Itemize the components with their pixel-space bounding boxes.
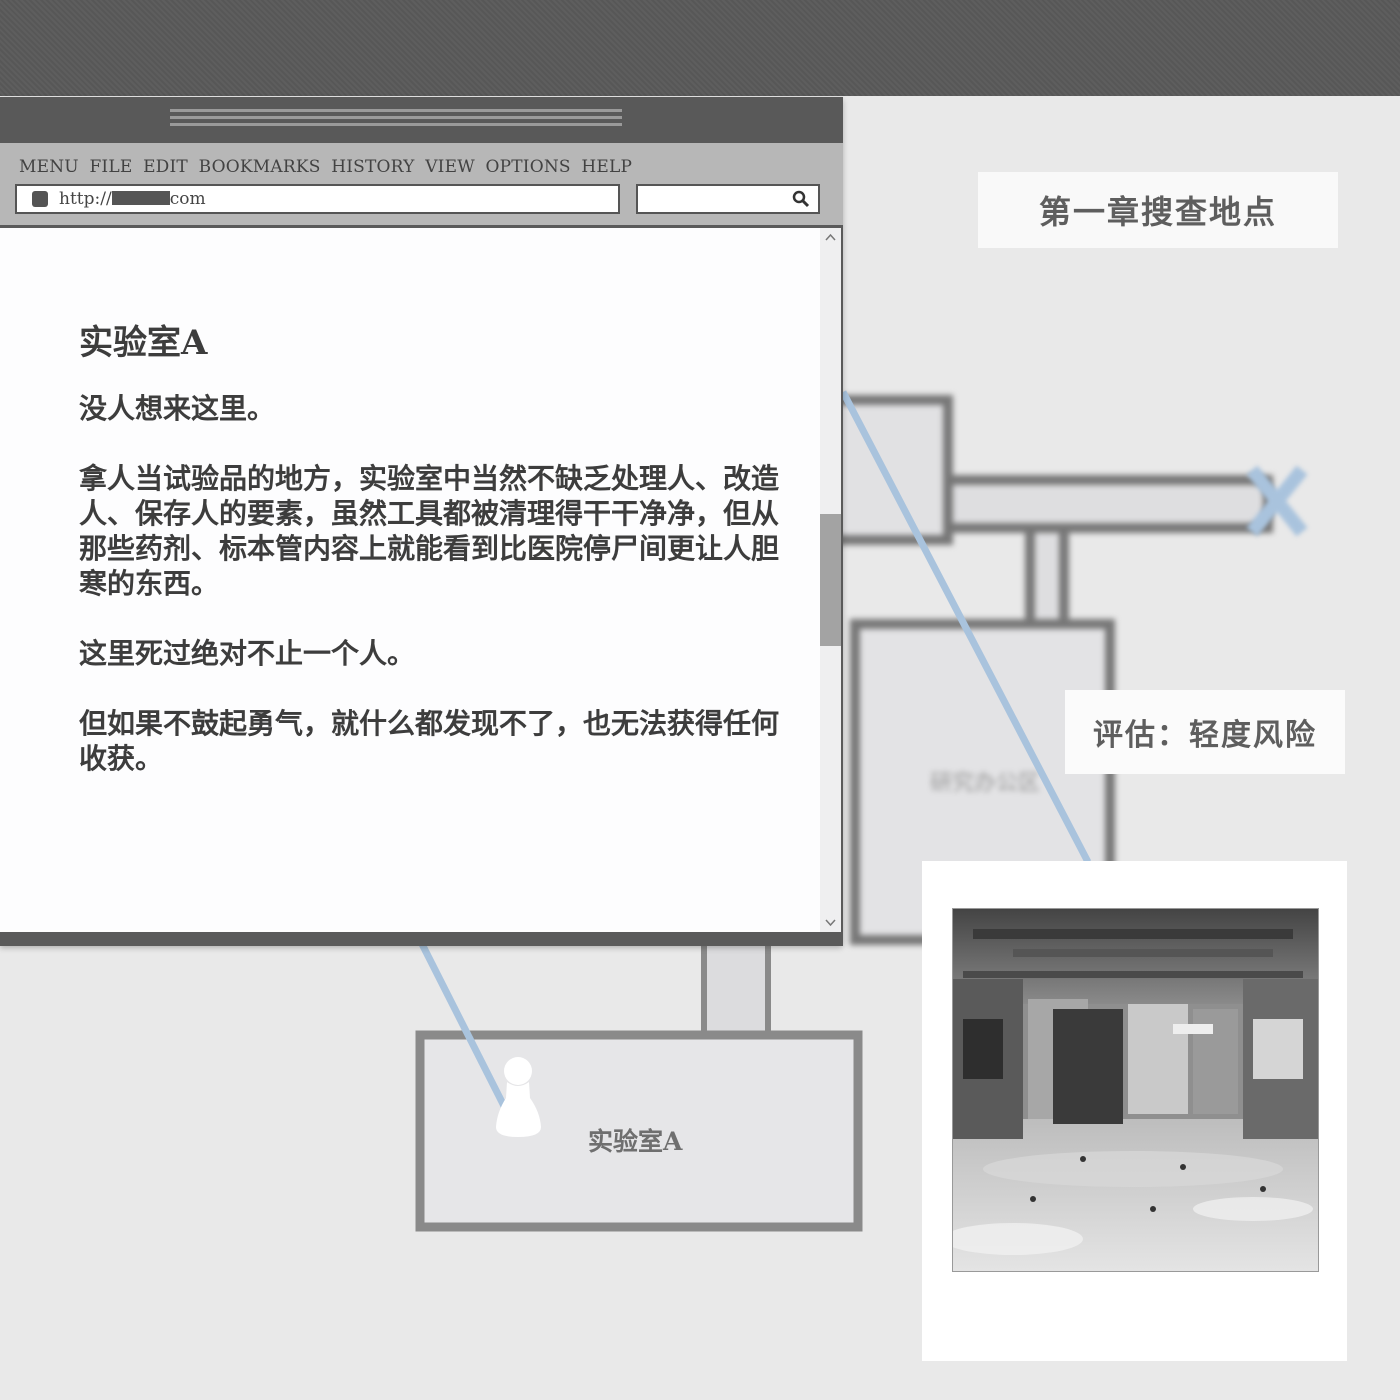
scroll-up-icon[interactable] (824, 231, 837, 244)
search-input[interactable] (636, 184, 820, 214)
search-icon[interactable] (792, 190, 810, 208)
url-prefix: http:// (59, 189, 112, 209)
menu-item-file[interactable]: FILE (89, 157, 132, 177)
title-bar[interactable] (0, 97, 843, 143)
menu-item-view[interactable]: VIEW (425, 157, 475, 177)
url-suffix: com (169, 189, 206, 209)
photo-card (922, 861, 1347, 1361)
menu-item-menu[interactable]: MENU (19, 157, 79, 177)
map-room-label[interactable]: 实验室A (588, 1122, 682, 1158)
scroll-thumb[interactable] (820, 514, 841, 646)
article-paragraph: 但如果不鼓起勇气，就什么都发现不了，也无法获得任何收获。 (79, 707, 780, 775)
menu-item-history[interactable]: HISTORY (331, 157, 414, 177)
scroll-down-icon[interactable] (824, 916, 837, 929)
menu-items: MENU FILE EDIT BOOKMARKS HISTORY VIEW OP… (19, 157, 637, 177)
url-redaction (111, 191, 170, 205)
article: 实验室A 没人想来这里。 拿人当试验品的地方，实验室中当然不缺乏处理人、改造人、… (79, 323, 779, 811)
window-bottom-bar (0, 932, 843, 946)
browser-window: MENU FILE EDIT BOOKMARKS HISTORY VIEW OP… (0, 97, 843, 946)
article-paragraph: 这里死过绝对不止一个人。 (79, 637, 416, 670)
article-paragraph: 拿人当试验品的地方，实验室中当然不缺乏处理人、改造人、保存人的要素，虽然工具都被… (79, 462, 780, 600)
article-title: 实验室A (79, 323, 208, 363)
article-paragraph: 没人想来这里。 (79, 392, 276, 425)
chapter-card: 第一章搜查地点 (978, 172, 1338, 248)
menu-item-edit[interactable]: EDIT (143, 157, 188, 177)
menu-item-help[interactable]: HELP (581, 157, 632, 177)
menu-item-bookmarks[interactable]: BOOKMARKS (199, 157, 321, 177)
chapter-label: 第一章搜查地点 (1038, 193, 1277, 231)
favicon-icon (32, 191, 48, 207)
assessment-card: 评估：轻度风险 (1065, 690, 1345, 774)
page-content: 实验室A 没人想来这里。 拿人当试验品的地方，实验室中当然不缺乏处理人、改造人、… (0, 228, 820, 932)
scrollbar[interactable] (820, 228, 841, 932)
svg-text:研究办公区: 研究办公区 (930, 771, 1040, 796)
menu-item-options[interactable]: OPTIONS (485, 157, 570, 177)
address-bar[interactable]: http:// com (15, 184, 620, 214)
lab-photo (952, 908, 1319, 1272)
assessment-label: 评估：轻度风险 (1093, 718, 1317, 753)
drag-grip[interactable] (170, 109, 622, 127)
url-text: http:// com (59, 189, 206, 209)
